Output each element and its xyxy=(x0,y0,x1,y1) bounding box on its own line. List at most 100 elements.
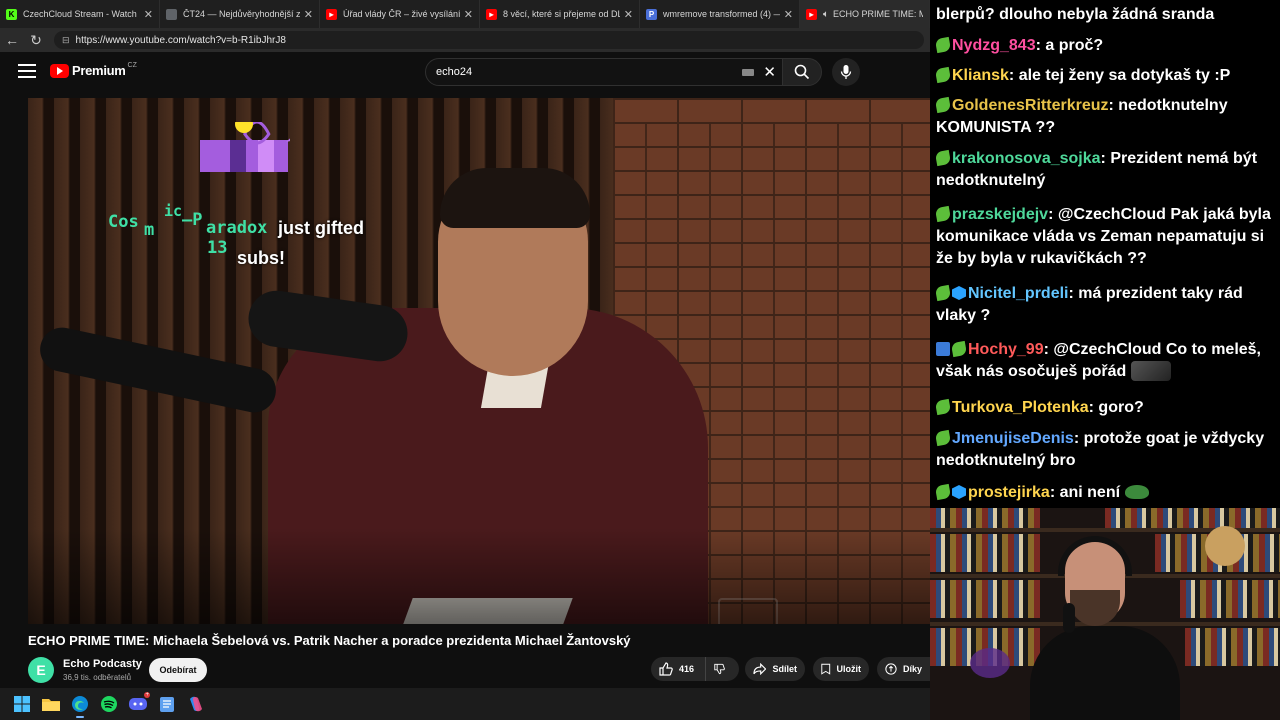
like-dislike-group: 416 xyxy=(651,657,739,681)
address-bar[interactable]: ⊟ https://www.youtube.com/watch?v=b-R1ib… xyxy=(54,31,924,49)
save-button[interactable]: Uložit xyxy=(813,657,869,681)
taskbar-explorer[interactable] xyxy=(37,690,65,718)
video-player[interactable]: Cos m ic –P aradox 13 just gifted subs! xyxy=(28,98,930,624)
chat-username[interactable]: Turkova_Plotenka xyxy=(952,399,1089,416)
share-label: Sdílet xyxy=(772,664,797,674)
taskbar-spotify[interactable] xyxy=(95,690,123,718)
spotify-icon xyxy=(101,696,117,712)
chat-message: prostejirka: ani není xyxy=(934,482,1276,504)
browser-tab[interactable]: K CzechCloud Stream - Watch Live o ✕ xyxy=(0,0,160,28)
purple-light xyxy=(970,648,1010,678)
thumbs-up-icon xyxy=(659,662,673,676)
bookshelf xyxy=(1105,508,1280,528)
browser-tab-active[interactable]: ▸ 🔈︎ ECHO PRIME TIME: Michaela xyxy=(800,0,930,28)
chat-message: blerpů? dlouho nebyla žádná sranda xyxy=(936,4,1276,26)
search-button[interactable] xyxy=(782,58,822,86)
chat-colon: : xyxy=(1088,399,1099,416)
tab-title: ČT24 — Nejdůvěryhodnější zpravo xyxy=(183,9,300,19)
channel-name[interactable]: Echo Podcasty xyxy=(63,658,142,670)
chat-username[interactable]: Hochy_99 xyxy=(968,341,1044,358)
copilot-icon xyxy=(190,696,202,712)
thanks-button[interactable]: Díky xyxy=(877,657,930,681)
gift-username-part: Cos xyxy=(108,212,139,232)
chat-username[interactable]: GoldenesRitterkreuz xyxy=(952,97,1108,114)
ct24-icon xyxy=(166,8,177,20)
notepad-icon xyxy=(160,697,174,712)
tab-title: wmremove transformed (4) — Po xyxy=(663,9,780,19)
chat-colon: : xyxy=(1043,341,1054,358)
taskbar-notepad[interactable] xyxy=(153,690,181,718)
p-icon: P xyxy=(646,8,657,20)
browser-tab[interactable]: ČT24 — Nejdůvěryhodnější zpravo ✕ xyxy=(160,0,320,28)
back-icon[interactable]: ← xyxy=(0,32,24,48)
voice-search-button[interactable] xyxy=(832,58,860,86)
microphone-icon xyxy=(840,65,852,79)
chat-username[interactable]: krakonosova_sojka xyxy=(952,150,1101,167)
chat-username[interactable]: prostejirka xyxy=(968,484,1050,501)
avatar-letter: E xyxy=(36,662,46,678)
tab-title: ECHO PRIME TIME: Michaela xyxy=(833,9,923,19)
share-icon xyxy=(753,663,767,675)
close-tab-icon[interactable]: ✕ xyxy=(624,8,633,21)
taskbar-copilot[interactable] xyxy=(182,690,210,718)
chat-text: ani není xyxy=(1059,484,1121,501)
leaf-badge-icon xyxy=(934,398,952,416)
channel-avatar[interactable]: E xyxy=(28,657,54,683)
browser-toolbar: ← ↻ ⊟ https://www.youtube.com/watch?v=b-… xyxy=(0,28,930,52)
like-button[interactable]: 416 xyxy=(651,657,705,681)
gift-username-part: ic xyxy=(164,202,183,220)
guest-hair xyxy=(440,168,590,228)
leaf-badge-icon xyxy=(934,66,952,84)
browser-tab[interactable]: ▸ 8 věcí, které si přejeme od DLC pro ✕ xyxy=(480,0,640,28)
chat-username[interactable]: prazskejdejv xyxy=(952,206,1048,223)
dislike-button[interactable] xyxy=(705,657,739,681)
close-tab-icon[interactable]: ✕ xyxy=(784,8,793,21)
search-value: echo24 xyxy=(436,66,473,78)
chat-username[interactable]: Kliansk xyxy=(952,67,1009,84)
gift-count: 13 xyxy=(207,238,228,258)
reload-icon[interactable]: ↻ xyxy=(24,32,48,49)
chat-colon: : xyxy=(1008,67,1019,84)
close-tab-icon[interactable]: ✕ xyxy=(304,8,313,21)
like-count: 416 xyxy=(679,664,695,674)
leaf-badge-icon xyxy=(934,36,952,54)
search-input[interactable]: echo24 ✕ xyxy=(425,58,783,86)
browser-tab[interactable]: P wmremove transformed (4) — Po ✕ xyxy=(640,0,800,28)
chat-username[interactable]: Nicitel_prdeli xyxy=(968,285,1068,302)
chat-username[interactable]: Nydzg_843 xyxy=(952,37,1036,54)
gift-username-part: –P xyxy=(182,210,203,230)
video-title: ECHO PRIME TIME: Michaela Šebelová vs. P… xyxy=(28,633,631,648)
chat-colon: : xyxy=(1100,150,1111,167)
save-label: Uložit xyxy=(836,664,862,674)
youtube-page: Premium CZ echo24 ✕ Cos m ic –P aradox 1… xyxy=(0,52,930,688)
chat-message: Kliansk: ale tej ženy sa dotykaš ty :P xyxy=(934,65,1276,87)
clear-search-icon[interactable]: ✕ xyxy=(763,63,776,81)
leaf-badge-icon xyxy=(934,284,952,302)
youtube-logo[interactable]: Premium CZ xyxy=(50,62,137,78)
bookshelf xyxy=(1180,580,1280,618)
close-tab-icon[interactable]: ✕ xyxy=(144,8,153,21)
thumbs-down-icon xyxy=(714,663,725,675)
chat-message: prazskejdejv: @CzechCloud Pak jaká byla … xyxy=(934,204,1276,270)
gift-box-icon xyxy=(200,122,290,172)
bookmark-icon xyxy=(821,663,831,675)
browser-tab[interactable]: ▸ Úřad vlády ČR – živé vysílání - You ✕ xyxy=(320,0,480,28)
subscribe-button[interactable]: Odebírat xyxy=(149,658,207,682)
start-button[interactable] xyxy=(8,690,36,718)
taskbar-discord[interactable]: + xyxy=(124,690,152,718)
site-info-icon[interactable]: ⊟ xyxy=(62,35,70,46)
pepe-icon xyxy=(1130,361,1171,381)
tab-title: Úřad vlády ČR – živé vysílání - You xyxy=(343,9,460,19)
chat-colon: : xyxy=(1035,37,1046,54)
keyboard-icon[interactable] xyxy=(742,69,754,76)
menu-icon[interactable] xyxy=(18,64,36,78)
speaker-icon[interactable]: 🔈︎ xyxy=(823,9,829,20)
headphone-cup xyxy=(1063,603,1075,633)
close-tab-icon[interactable]: ✕ xyxy=(464,8,473,21)
edge-icon xyxy=(72,696,88,712)
chat-message: Nydzg_843: a proč? xyxy=(934,35,1276,57)
streamer-webcam xyxy=(930,508,1280,720)
taskbar-edge[interactable] xyxy=(66,690,94,718)
chat-username[interactable]: JmenujiseDenis xyxy=(952,430,1074,447)
share-button[interactable]: Sdílet xyxy=(745,657,805,681)
